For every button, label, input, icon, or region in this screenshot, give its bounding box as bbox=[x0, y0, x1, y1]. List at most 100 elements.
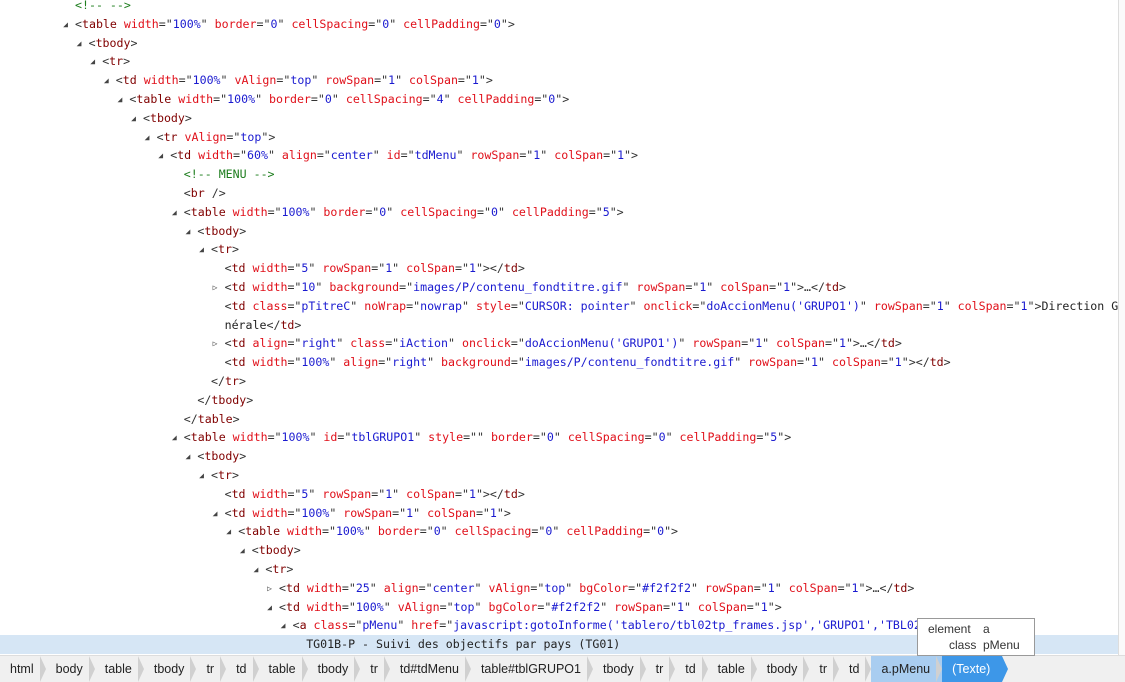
collapse-triangle-icon[interactable]: ◢ bbox=[75, 34, 84, 53]
breadcrumb-item[interactable]: body bbox=[46, 656, 95, 682]
collapse-triangle-icon[interactable]: ◢ bbox=[143, 128, 152, 147]
dom-node[interactable]: ◢ <table width="100%" border="0" cellSpac… bbox=[0, 203, 1118, 222]
vertical-scrollbar[interactable] bbox=[1118, 0, 1125, 655]
dom-node[interactable]: <!-- MENU --> bbox=[0, 165, 1118, 184]
breadcrumb-item[interactable]: a.pMenu bbox=[871, 656, 943, 682]
attribute-name: bgColor bbox=[481, 599, 538, 614]
node-markup: <tbody> bbox=[197, 447, 246, 466]
attribute-name: class bbox=[245, 298, 288, 313]
attribute-value: top bbox=[453, 599, 475, 614]
dom-node[interactable]: <td width="5" rowSpan="1" colSpan="1"></… bbox=[0, 485, 1118, 504]
dom-node[interactable]: <td width="5" rowSpan="1" colSpan="1"></… bbox=[0, 259, 1118, 278]
comment: <!-- --> bbox=[75, 0, 131, 12]
dom-node[interactable]: ◢ <td width="100%" vAlign="top" rowSpan="… bbox=[0, 71, 1118, 90]
dom-node[interactable]: ◢ <tr> bbox=[0, 560, 1118, 579]
breadcrumb-item[interactable]: tr bbox=[196, 656, 226, 682]
punctuation: =" bbox=[267, 204, 282, 219]
breadcrumb-item[interactable]: td bbox=[675, 656, 709, 682]
punctuation: ">…</ bbox=[858, 580, 894, 595]
breadcrumb-item[interactable]: table bbox=[95, 656, 144, 682]
dom-node[interactable]: ◢ <table width="100%" id="tblGRUPO1" styl… bbox=[0, 428, 1118, 447]
punctuation: =" bbox=[837, 580, 852, 595]
punctuation: =" bbox=[530, 580, 545, 595]
dom-node[interactable]: <td class="pTitreC" noWrap="nowrap" styl… bbox=[0, 297, 1118, 316]
breadcrumb-item[interactable]: table bbox=[708, 656, 757, 682]
dom-node[interactable]: ◢ <tr> bbox=[0, 52, 1118, 71]
dom-node[interactable]: ◢ <tbody> bbox=[0, 109, 1118, 128]
collapse-triangle-icon[interactable]: ◢ bbox=[224, 522, 233, 541]
tag-name: tr bbox=[217, 468, 232, 482]
collapse-triangle-icon[interactable]: ◢ bbox=[279, 616, 288, 635]
breadcrumb-item[interactable]: html bbox=[0, 656, 46, 682]
collapse-triangle-icon[interactable]: ◢ bbox=[170, 203, 179, 222]
dom-node[interactable]: ▷ <td align="right" class="iAction" oncli… bbox=[0, 334, 1118, 353]
dom-node[interactable]: <br /> bbox=[0, 184, 1118, 203]
collapse-triangle-icon[interactable]: ◢ bbox=[115, 90, 124, 109]
dom-node[interactable]: ◢ <tbody> bbox=[0, 447, 1118, 466]
collapse-triangle-icon[interactable]: ◢ bbox=[238, 541, 247, 560]
breadcrumb-item[interactable]: td bbox=[839, 656, 872, 682]
attribute-value: #f2f2f2 bbox=[642, 580, 691, 595]
breadcrumb-item[interactable]: table bbox=[259, 656, 308, 682]
breadcrumb-item[interactable]: td#tdMenu bbox=[390, 656, 472, 682]
collapse-triangle-icon[interactable]: ◢ bbox=[88, 52, 97, 71]
dom-node[interactable]: <!-- --> bbox=[0, 0, 1118, 15]
breadcrumb-item[interactable]: td bbox=[226, 656, 259, 682]
breadcrumb-item[interactable]: tbody bbox=[757, 656, 810, 682]
breadcrumb-item[interactable]: tbody bbox=[593, 656, 646, 682]
dom-node[interactable]: ◢ <td width="100%" vAlign="top" bgColor="… bbox=[0, 598, 1118, 617]
dom-node[interactable]: <td width="100%" align="right" backgroun… bbox=[0, 353, 1118, 372]
collapse-triangle-icon[interactable]: ◢ bbox=[129, 109, 138, 128]
dom-node[interactable]: nérale</td> bbox=[0, 316, 1118, 335]
collapse-triangle-icon[interactable]: ◢ bbox=[197, 240, 206, 259]
attribute-name: cellSpacing bbox=[560, 430, 645, 445]
breadcrumb-item[interactable]: (Texte) bbox=[942, 656, 1009, 682]
collapse-triangle-icon[interactable]: ◢ bbox=[197, 466, 206, 485]
dom-node[interactable]: ◢ <tbody> bbox=[0, 222, 1118, 241]
collapse-triangle-icon[interactable]: ◢ bbox=[156, 146, 165, 165]
expand-triangle-icon[interactable]: ▷ bbox=[211, 278, 220, 297]
dom-node[interactable]: </tbody> bbox=[0, 391, 1118, 410]
breadcrumb-item[interactable]: tr bbox=[809, 656, 839, 682]
collapse-triangle-icon[interactable]: ◢ bbox=[251, 560, 260, 579]
dom-node[interactable]: ◢ <table width="100%" border="0" cellSpac… bbox=[0, 15, 1118, 34]
dom-node[interactable]: ▷ <td width="10" background="images/P/con… bbox=[0, 278, 1118, 297]
punctuation: < bbox=[279, 599, 286, 614]
punctuation: < bbox=[88, 35, 96, 50]
expand-triangle-icon[interactable]: ▷ bbox=[265, 579, 274, 598]
collapse-triangle-icon[interactable]: ◢ bbox=[265, 598, 274, 617]
collapse-triangle-icon[interactable]: ◢ bbox=[102, 71, 111, 90]
dom-node[interactable]: ◢ <tr> bbox=[0, 466, 1118, 485]
expand-triangle-icon[interactable]: ▷ bbox=[211, 334, 220, 353]
dom-node[interactable]: ◢ <table width="100%" border="0" cellSpac… bbox=[0, 522, 1118, 541]
collapse-triangle-icon[interactable]: ◢ bbox=[170, 428, 179, 447]
attribute-value: 1 bbox=[468, 261, 476, 276]
collapse-triangle-icon[interactable]: ◢ bbox=[211, 504, 220, 523]
breadcrumb-item[interactable]: table#tblGRUPO1 bbox=[471, 656, 594, 682]
dom-node[interactable]: ◢ <td width="100%" rowSpan="1" colSpan="1… bbox=[0, 504, 1118, 523]
tag-name: td bbox=[231, 261, 246, 276]
breadcrumb-item[interactable]: tr bbox=[646, 656, 676, 682]
dom-node[interactable]: ◢ <tbody> bbox=[0, 34, 1118, 53]
node-markup: <td width="5" rowSpan="1" colSpan="1"></… bbox=[225, 259, 525, 278]
punctuation: > bbox=[293, 543, 301, 558]
breadcrumb-item[interactable]: tbody bbox=[308, 656, 361, 682]
dom-node[interactable]: ◢ <table width="100%" border="0" cellSpac… bbox=[0, 90, 1118, 109]
dom-node[interactable]: ▷ <td width="25" align="center" vAlign="t… bbox=[0, 579, 1118, 598]
dom-node[interactable]: ◢ <td width="60%" align="center" id="tdMe… bbox=[0, 146, 1118, 165]
dom-node[interactable]: ◢ <tr> bbox=[0, 240, 1118, 259]
collapse-triangle-icon[interactable]: ◢ bbox=[61, 15, 70, 34]
dom-tree[interactable]: <!-- --> ◢ <table width="100%" border="0" … bbox=[0, 0, 1118, 655]
collapse-triangle-icon[interactable]: ◢ bbox=[183, 447, 192, 466]
node-markup: <table width="100%" border="0" cellSpaci… bbox=[75, 15, 515, 34]
breadcrumb-item[interactable]: tr bbox=[360, 656, 390, 682]
dom-node[interactable]: ◢ <tbody> bbox=[0, 541, 1118, 560]
breadcrumb-item[interactable]: tbody bbox=[144, 656, 197, 682]
dom-node[interactable]: </table> bbox=[0, 410, 1118, 429]
collapse-triangle-icon[interactable]: ◢ bbox=[183, 222, 192, 241]
dom-node[interactable]: ◢ <tr vAlign="top"> bbox=[0, 128, 1118, 147]
dom-node[interactable]: </tr> bbox=[0, 372, 1118, 391]
attribute-value: doAccionMenu('GRUPO1') bbox=[706, 298, 860, 313]
tag-name: td bbox=[231, 486, 246, 501]
attribute-name: class bbox=[306, 618, 349, 633]
